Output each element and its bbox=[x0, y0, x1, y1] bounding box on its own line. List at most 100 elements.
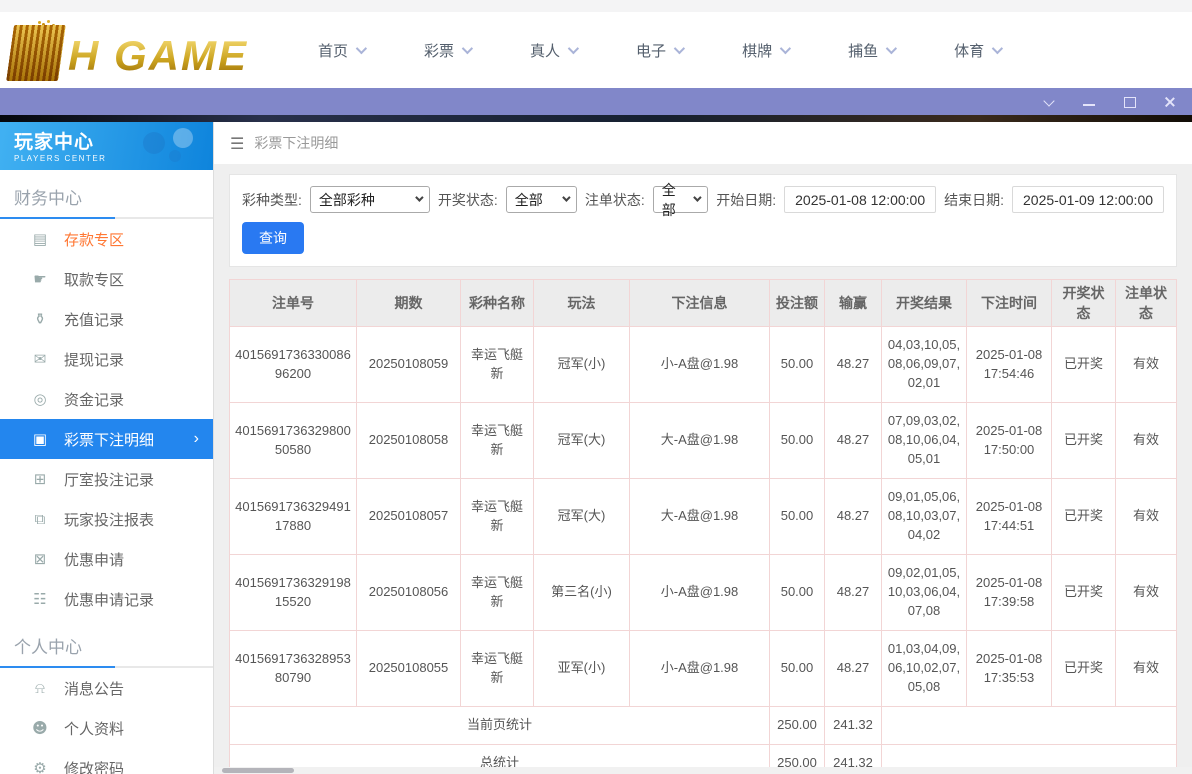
nav-item-1[interactable]: 首页 bbox=[318, 40, 364, 61]
table-cell: 冠军(大) bbox=[534, 479, 630, 555]
summary-empty-cell bbox=[882, 707, 1177, 745]
lottery-type-label: 彩种类型: bbox=[242, 190, 302, 210]
table-cell: 48.27 bbox=[825, 631, 882, 707]
brand-logo-text: H GAME bbox=[68, 35, 248, 81]
table-cell: 20250108059 bbox=[357, 327, 461, 403]
sidebar-item-玩家投注报表[interactable]: ⧉玩家投注报表 bbox=[0, 499, 213, 539]
bet-status-label: 注单状态: bbox=[585, 190, 645, 210]
sidebar-item-优惠申请记录[interactable]: ☷优惠申请记录 bbox=[0, 579, 213, 619]
withdraw-hand-icon: ☛ bbox=[30, 270, 50, 288]
table-cell: 2025-01-08 17:54:46 bbox=[967, 327, 1052, 403]
bell-icon: ⍾ bbox=[30, 679, 50, 697]
sidebar-item-取款专区[interactable]: ☛ 取款专区 bbox=[0, 259, 213, 299]
sidebar-item-个人资料[interactable]: ☻个人资料 bbox=[0, 708, 213, 748]
start-date-label: 开始日期: bbox=[716, 190, 776, 210]
draw-status-select[interactable]: 全部 bbox=[506, 186, 577, 213]
table-cell: 第三名(小) bbox=[534, 555, 630, 631]
chevron-down-icon bbox=[562, 193, 570, 201]
table-cell: 50.00 bbox=[770, 555, 825, 631]
sidebar-item-label: 修改密码 bbox=[64, 758, 124, 774]
column-header: 开奖状态 bbox=[1052, 280, 1116, 327]
table-cell: 有效 bbox=[1116, 479, 1177, 555]
summary-bet-total: 250.00 bbox=[770, 707, 825, 745]
nav-item-label: 真人 bbox=[530, 40, 560, 61]
promo-apply-icon: ⊠ bbox=[30, 550, 50, 568]
table-cell: 有效 bbox=[1116, 555, 1177, 631]
divider-accent bbox=[0, 217, 115, 219]
table-cell: 已开奖 bbox=[1052, 479, 1116, 555]
end-date-label: 结束日期: bbox=[944, 190, 1004, 210]
table-cell: 50.00 bbox=[770, 403, 825, 479]
table-cell: 冠军(小) bbox=[534, 327, 630, 403]
collapse-icon[interactable] bbox=[1043, 96, 1056, 107]
horizontal-scrollbar[interactable] bbox=[214, 767, 1192, 774]
sidebar-item-充值记录[interactable]: ⚱充值记录 bbox=[0, 299, 213, 339]
sidebar-item-修改密码[interactable]: ⚙修改密码 bbox=[0, 748, 213, 774]
chevron-down-icon bbox=[992, 43, 1003, 54]
table-cell: 50.00 bbox=[770, 479, 825, 555]
chevron-down-icon bbox=[674, 43, 685, 54]
table-cell: 小-A盘@1.98 bbox=[630, 631, 770, 707]
nav-item-7[interactable]: 体育 bbox=[954, 40, 1000, 61]
table-cell: 有效 bbox=[1116, 631, 1177, 707]
sidebar-item-存款专区[interactable]: ▤存款专区 bbox=[0, 219, 213, 259]
sidebar-item-优惠申请[interactable]: ⊠优惠申请 bbox=[0, 539, 213, 579]
hamburger-icon[interactable]: ☰ bbox=[230, 134, 244, 153]
table-cell: 07,09,03,02,08,10,06,04,05,01 bbox=[882, 403, 967, 479]
start-date-input[interactable] bbox=[784, 186, 936, 213]
chevron-down-icon bbox=[462, 43, 473, 54]
column-header: 下注时间 bbox=[967, 280, 1052, 327]
horizontal-scrollbar-thumb[interactable] bbox=[222, 768, 294, 773]
table-cell: 09,02,01,05,10,03,06,04,07,08 bbox=[882, 555, 967, 631]
column-header: 玩法 bbox=[534, 280, 630, 327]
sidebar-item-label: 取款专区 bbox=[64, 269, 124, 290]
brand-logo: H GAME bbox=[10, 19, 248, 81]
table-cell: 2025-01-08 17:39:58 bbox=[967, 555, 1052, 631]
lottery-type-select[interactable]: 全部彩种 bbox=[310, 186, 430, 213]
search-button[interactable]: 查询 bbox=[242, 222, 304, 254]
table-cell: 冠军(大) bbox=[534, 403, 630, 479]
sidebar-item-label: 玩家投注报表 bbox=[64, 509, 154, 530]
table-cell: 50.00 bbox=[770, 327, 825, 403]
logo-bars-graphic bbox=[6, 25, 66, 81]
sidebar-menu: 财务中心 ▤存款专区 ☛ 取款专区 ⚱充值记录✉提现记录◎资金记录▣彩票下注明细›⊞厅室… bbox=[0, 184, 213, 774]
nav-item-4[interactable]: 电子 bbox=[636, 40, 682, 61]
sidebar-item-label: 厅室投注记录 bbox=[64, 469, 154, 490]
sidebar-item-厅室投注记录[interactable]: ⊞厅室投注记录 bbox=[0, 459, 213, 499]
minimize-icon[interactable] bbox=[1083, 96, 1096, 107]
summary-label: 当前页统计 bbox=[230, 707, 770, 745]
nav-item-2[interactable]: 彩票 bbox=[424, 40, 470, 61]
nav-item-6[interactable]: 捕鱼 bbox=[848, 40, 894, 61]
sidebar: 玩家中心 PLAYERS CENTER 财务中心▤存款专区☛取款专区⚱充值记录✉… bbox=[0, 122, 214, 774]
table-cell: 20250108058 bbox=[357, 403, 461, 479]
table-cell: 2025-01-08 17:35:53 bbox=[967, 631, 1052, 707]
withdrawal-record-icon: ✉ bbox=[30, 350, 50, 368]
close-icon[interactable] bbox=[1163, 96, 1176, 107]
section-title: 财务中心 bbox=[14, 184, 199, 209]
table-cell: 01,03,04,09,06,10,02,07,05,08 bbox=[882, 631, 967, 707]
table-cell: 48.27 bbox=[825, 555, 882, 631]
table-cell: 48.27 bbox=[825, 403, 882, 479]
table-cell: 有效 bbox=[1116, 327, 1177, 403]
table-cell: 大-A盘@1.98 bbox=[630, 479, 770, 555]
sidebar-item-提现记录[interactable]: ✉提现记录 bbox=[0, 339, 213, 379]
table-row: 40156917363298005058020250108058幸运飞艇新冠军(… bbox=[230, 403, 1177, 479]
nav-item-label: 棋牌 bbox=[742, 40, 772, 61]
end-date-input[interactable] bbox=[1012, 186, 1164, 213]
table-row: 40156917363291981552020250108056幸运飞艇新第三名… bbox=[230, 555, 1177, 631]
sidebar-item-label: 个人资料 bbox=[64, 718, 124, 739]
table-cell: 大-A盘@1.98 bbox=[630, 403, 770, 479]
table-row: 40156917363289538079020250108055幸运飞艇新亚军(… bbox=[230, 631, 1177, 707]
chevron-down-icon bbox=[886, 43, 897, 54]
sidebar-item-消息公告[interactable]: ⍾消息公告 bbox=[0, 668, 213, 708]
table-cell: 幸运飞艇新 bbox=[461, 555, 534, 631]
sidebar-item-彩票下注明细[interactable]: ▣彩票下注明细› bbox=[0, 419, 213, 459]
bet-status-select[interactable]: 全部 bbox=[653, 186, 708, 213]
summary-winloss-total: 241.32 bbox=[825, 707, 882, 745]
window-edge-strip bbox=[0, 115, 1192, 122]
maximize-icon[interactable] bbox=[1123, 96, 1136, 107]
nav-item-5[interactable]: 棋牌 bbox=[742, 40, 788, 61]
nav-item-3[interactable]: 真人 bbox=[530, 40, 576, 61]
bet-detail-table: 注单号期数彩种名称玩法下注信息投注额输赢开奖结果下注时间开奖状态注单状态 401… bbox=[229, 279, 1177, 774]
sidebar-item-资金记录[interactable]: ◎资金记录 bbox=[0, 379, 213, 419]
